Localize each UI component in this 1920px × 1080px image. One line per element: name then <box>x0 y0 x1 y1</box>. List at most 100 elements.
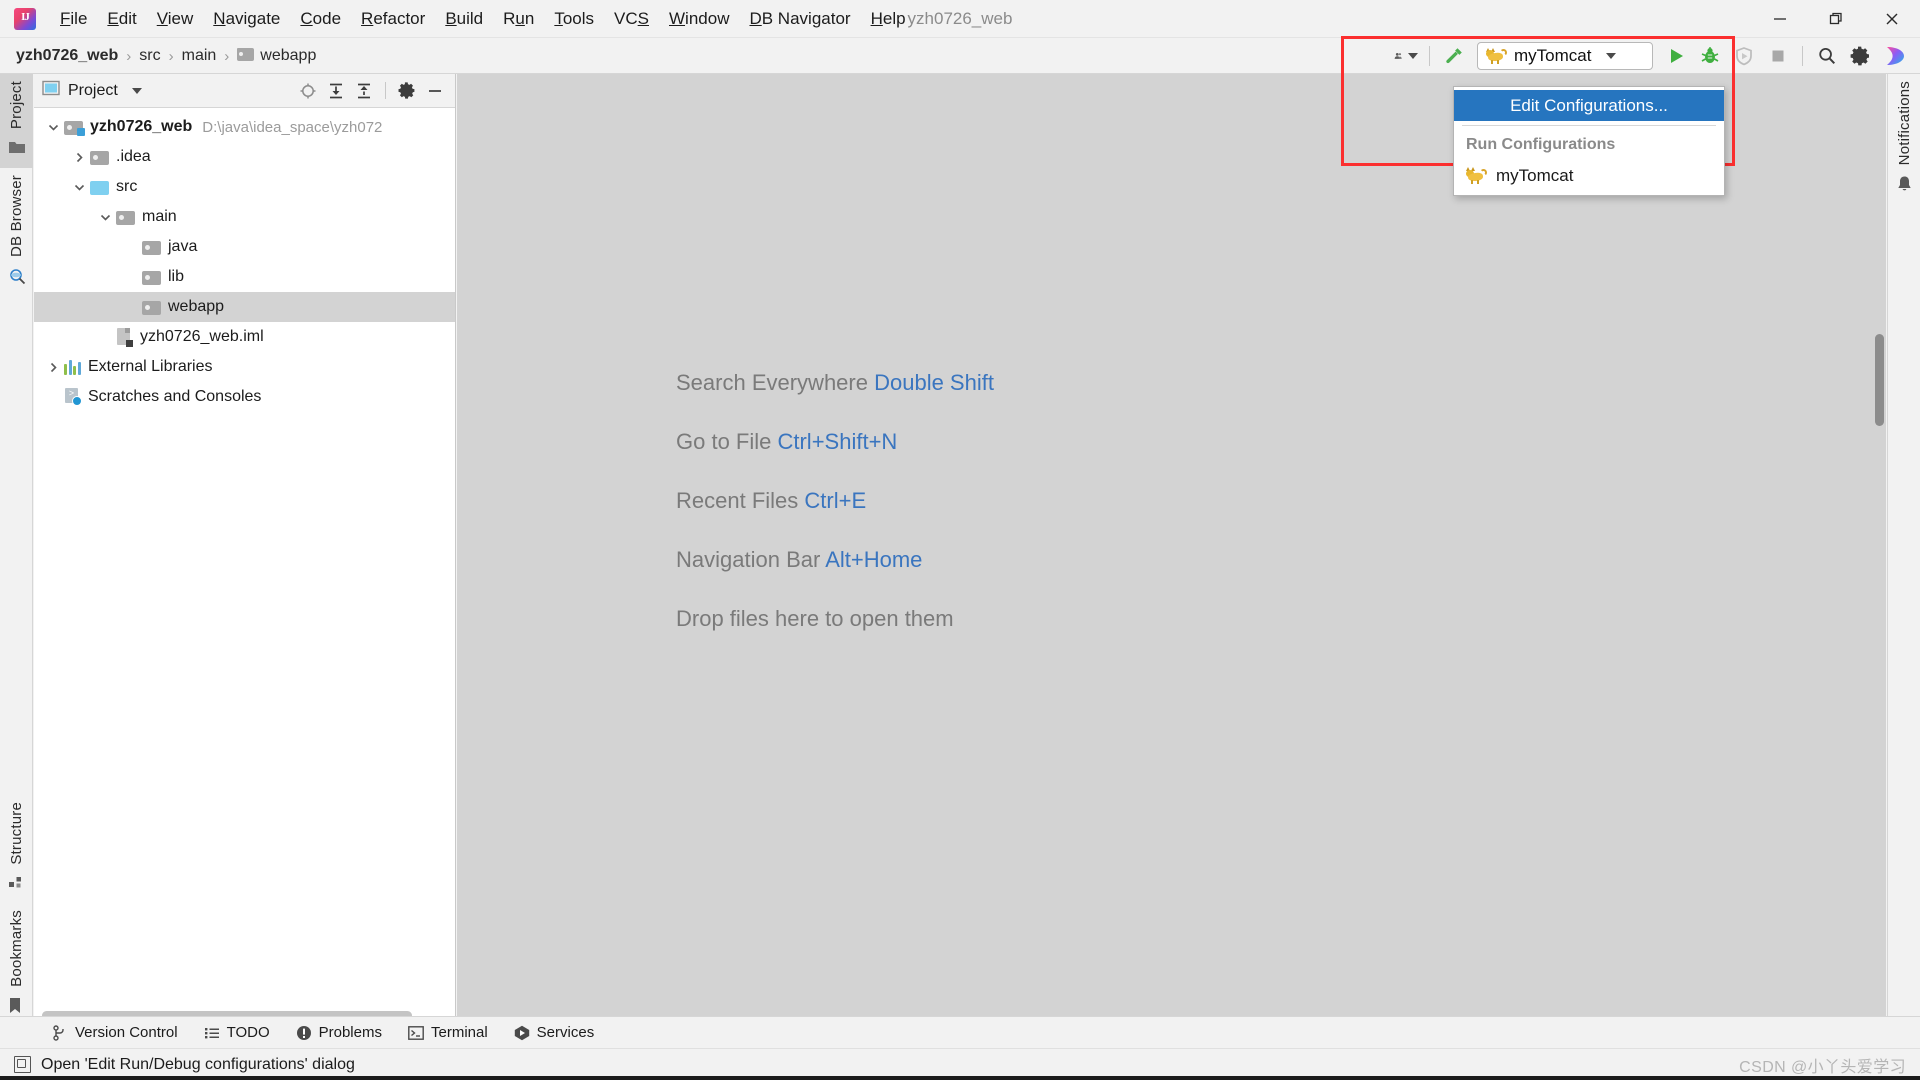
tree-node-yzh0726-web[interactable]: yzh0726_web D:\java\idea_space\yzh072 <box>34 112 455 142</box>
breadcrumb-item-webapp[interactable]: webapp <box>237 47 316 65</box>
menu-view[interactable]: View <box>147 0 204 38</box>
collapse-all-icon[interactable] <box>352 79 376 103</box>
rail-item-notifications[interactable]: Notifications <box>1888 74 1920 204</box>
tool-button-label: Problems <box>318 1024 382 1041</box>
tool-button-todo[interactable]: TODO <box>204 1024 270 1041</box>
project-tree[interactable]: yzh0726_web D:\java\idea_space\yzh072 .ide… <box>34 108 455 412</box>
breadcrumb[interactable]: yzh0726_web › src › main › webapp <box>16 38 316 74</box>
menu-db-navigator[interactable]: DB Navigator <box>739 0 860 38</box>
tree-node-main[interactable]: main <box>34 202 455 232</box>
rail-item-db-browser[interactable]: DB Browser <box>0 168 33 296</box>
minimize-button[interactable] <box>1752 0 1808 38</box>
user-avatar-button[interactable] <box>1388 41 1422 71</box>
chevron-down-icon[interactable] <box>94 202 116 232</box>
menu-help[interactable]: Help <box>861 0 916 38</box>
bookmark-icon <box>8 997 26 1015</box>
menu-navigate[interactable]: Navigate <box>203 0 290 38</box>
play-icon <box>1671 49 1683 63</box>
hide-panel-icon[interactable] <box>423 79 447 103</box>
breadcrumb-label: src <box>139 47 161 64</box>
tree-node-icon <box>142 269 162 285</box>
tree-node-webapp[interactable]: webapp <box>34 292 455 322</box>
tool-button-version-control[interactable]: Version Control <box>52 1024 178 1041</box>
rail-item-bookmarks[interactable]: Bookmarks <box>0 903 33 1026</box>
rail-item-project[interactable]: Project <box>0 74 33 169</box>
welcome-hint-1: Search Everywhere Double Shift <box>676 370 994 396</box>
terminal-icon <box>408 1025 424 1041</box>
welcome-hint-shortcut: Alt+Home <box>825 547 923 572</box>
menu-code[interactable]: Code <box>290 0 351 38</box>
rail-item-label: Notifications <box>1896 81 1913 166</box>
build-button[interactable] <box>1437 41 1471 71</box>
tree-node-scratches-and-consoles[interactable]: > Scratches and Consoles <box>34 382 455 412</box>
gear-icon[interactable] <box>395 79 419 103</box>
chevron-right-icon[interactable] <box>42 352 64 382</box>
project-panel-title: Project <box>68 81 118 99</box>
settings-button[interactable] <box>1844 41 1878 71</box>
welcome-hint-shortcut: Double Shift <box>874 370 994 395</box>
tool-button-terminal[interactable]: Terminal <box>408 1024 488 1041</box>
run-configuration-selector[interactable]: myTomcat <box>1477 42 1653 70</box>
shield-run-icon <box>1736 47 1752 66</box>
chevron-down-icon[interactable] <box>131 87 142 94</box>
menu-refactor[interactable]: Refactor <box>351 0 435 38</box>
breadcrumb-item-yzh0726_web[interactable]: yzh0726_web <box>16 47 118 65</box>
tool-button-services[interactable]: Services <box>514 1024 594 1041</box>
welcome-hint-4: Navigation Bar Alt+Home <box>676 547 994 573</box>
menu-item-mytomcat[interactable]: myTomcat <box>1454 160 1724 191</box>
branch-icon <box>52 1024 68 1041</box>
tree-node-icon <box>90 179 110 195</box>
intellij-logo-icon: IJ <box>14 7 36 30</box>
debug-button[interactable] <box>1693 41 1727 71</box>
tree-node--idea[interactable]: .idea <box>34 142 455 172</box>
search-button[interactable] <box>1810 41 1844 71</box>
menu-tools[interactable]: Tools <box>544 0 604 38</box>
menu-file[interactable]: File <box>50 0 97 38</box>
tree-node-label: yzh0726_web <box>90 118 193 135</box>
tree-node-label: yzh0726_web.iml <box>140 328 264 345</box>
menu-run[interactable]: Run <box>493 0 544 38</box>
tree-node-lib[interactable]: lib <box>34 262 455 292</box>
chevron-right-icon[interactable] <box>68 142 90 172</box>
rail-item-label: Project <box>8 81 25 130</box>
tree-node-external-libraries[interactable]: External Libraries <box>34 352 455 382</box>
rail-item-structure[interactable]: Structure <box>0 795 33 904</box>
bottom-tool-window-bar: Version Control TODO Problems Terminal Servi… <box>0 1016 1920 1048</box>
menu-item-edit-configurations[interactable]: Edit Configurations... <box>1454 90 1724 121</box>
run-button[interactable] <box>1659 41 1693 71</box>
tree-node-icon <box>142 299 162 315</box>
close-button[interactable] <box>1864 0 1920 38</box>
breadcrumb-item-main[interactable]: main <box>182 47 217 65</box>
menu-bar: File Edit View Navigate Code Refactor Build Run… <box>50 0 916 38</box>
tree-node-label: src <box>116 178 138 195</box>
project-window-icon <box>42 80 60 101</box>
menu-vcs[interactable]: VCS <box>604 0 659 38</box>
menu-window[interactable]: Window <box>659 0 739 38</box>
tree-node-yzh0726-web-iml[interactable]: yzh0726_web.iml <box>34 322 455 352</box>
select-opened-file-icon[interactable] <box>296 79 320 103</box>
project-folder-icon <box>8 139 26 157</box>
folder-icon <box>237 48 255 61</box>
menu-build[interactable]: Build <box>435 0 493 38</box>
chevron-down-icon[interactable] <box>1606 53 1617 59</box>
ide-assistant-button[interactable] <box>1878 41 1912 71</box>
editor-scrollbar-thumb[interactable] <box>1875 334 1884 426</box>
menu-divider <box>1462 125 1716 126</box>
welcome-hint-text: Recent Files <box>676 488 805 513</box>
breadcrumb-item-src[interactable]: src <box>139 47 160 65</box>
maximize-button[interactable] <box>1808 0 1864 38</box>
chevron-down-icon[interactable] <box>42 112 64 142</box>
chevron-down-icon[interactable] <box>68 172 90 202</box>
folder-icon <box>90 149 110 165</box>
error-icon <box>296 1025 312 1041</box>
toolbar-divider <box>1429 46 1430 66</box>
tree-node-java[interactable]: java <box>34 232 455 262</box>
folder-icon <box>142 299 162 315</box>
project-panel-header: Project <box>34 74 455 108</box>
tree-node-src[interactable]: src <box>34 172 455 202</box>
tool-button-problems[interactable]: Problems <box>296 1024 382 1041</box>
run-configuration-dropdown[interactable]: Edit Configurations... Run Configuration… <box>1453 86 1725 196</box>
expand-all-icon[interactable] <box>324 79 348 103</box>
menu-edit[interactable]: Edit <box>97 0 146 38</box>
